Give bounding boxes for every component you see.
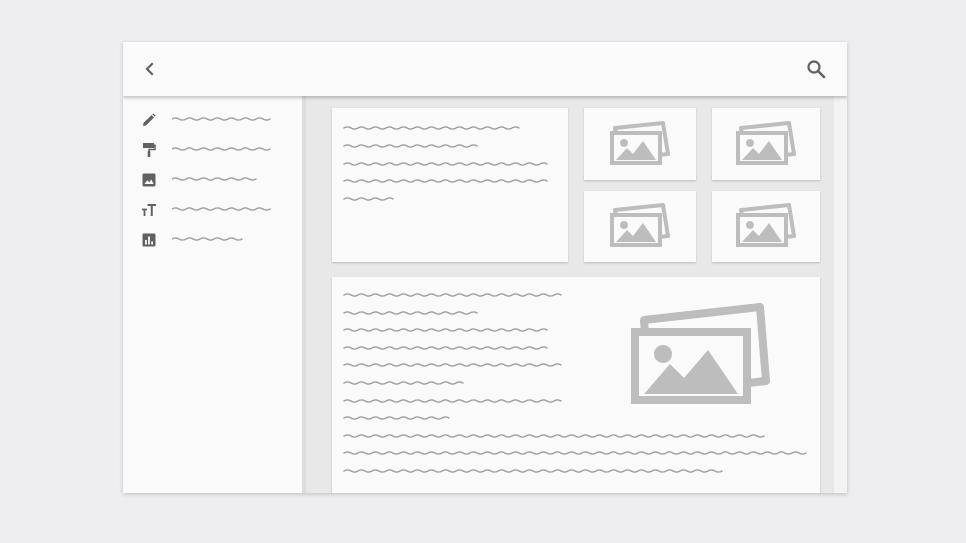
image-thumbnail[interactable] xyxy=(584,108,696,180)
image-stack-icon xyxy=(736,121,796,165)
image-thumbnail[interactable] xyxy=(712,191,820,262)
image-thumbnail[interactable] xyxy=(712,108,820,180)
app-window xyxy=(123,42,847,493)
sidebar-item-label-placeholder xyxy=(172,117,271,121)
sidebar-item-label-placeholder xyxy=(172,237,243,241)
image-stack-icon xyxy=(610,203,670,247)
sidebar-item-label-placeholder xyxy=(172,177,257,181)
pencil-icon xyxy=(143,113,156,126)
app-bar xyxy=(123,42,847,96)
image-stack-icon xyxy=(610,121,670,165)
text-size-icon xyxy=(142,204,156,216)
sidebar-item-image[interactable] xyxy=(141,170,291,190)
sidebar-item-text-size[interactable] xyxy=(141,200,291,220)
paint-roller-icon xyxy=(143,143,156,157)
feature-card xyxy=(332,277,820,493)
back-button[interactable] xyxy=(141,60,159,78)
content-area xyxy=(306,96,834,493)
image-stack-icon xyxy=(631,303,770,404)
sidebar-item-label-placeholder xyxy=(172,147,271,151)
sidebar xyxy=(123,96,302,493)
scrollbar-track[interactable] xyxy=(834,96,847,493)
text-placeholder-lines xyxy=(343,126,548,201)
text-card xyxy=(332,108,568,262)
search-icon xyxy=(807,60,826,79)
sidebar-item-label-placeholder xyxy=(172,207,271,211)
image-stack-icon xyxy=(736,203,796,247)
feature-card-content xyxy=(343,293,807,473)
image-icon xyxy=(142,173,156,187)
image-thumbnail[interactable] xyxy=(584,191,696,262)
chevron-left-icon xyxy=(145,62,154,76)
bar-chart-icon xyxy=(142,233,156,247)
sidebar-item-paint[interactable] xyxy=(141,140,291,160)
sidebar-item-edit[interactable] xyxy=(141,110,291,130)
sidebar-item-chart[interactable] xyxy=(141,230,291,250)
search-button[interactable] xyxy=(805,58,827,80)
